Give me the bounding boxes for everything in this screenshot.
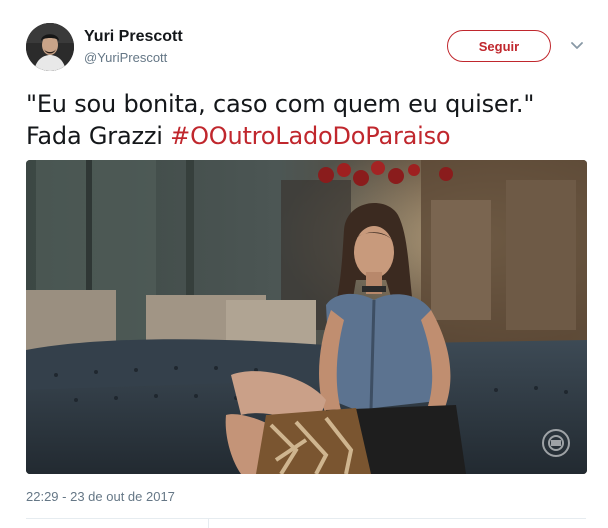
tweet-photo[interactable] <box>26 160 587 474</box>
divider <box>26 518 586 519</box>
tweet-text-line: Fada Grazzi #OOutroLadoDoParaiso <box>26 120 586 152</box>
follow-button[interactable]: Seguir <box>447 30 551 62</box>
author-handle[interactable]: @YuriPrescott <box>84 50 167 66</box>
tweet-text: "Eu sou bonita, caso com quem eu quiser.… <box>26 88 586 152</box>
chevron-down-icon[interactable] <box>568 37 586 55</box>
avatar[interactable] <box>26 23 74 71</box>
author-name[interactable]: Yuri Prescott <box>84 27 183 47</box>
tweet-text-prefix: Fada Grazzi <box>26 122 171 150</box>
tweet-card: Yuri Prescott @YuriPrescott Seguir "Eu s… <box>0 0 608 528</box>
tweet-text-line: "Eu sou bonita, caso com quem eu quiser.… <box>26 90 535 118</box>
hashtag-link[interactable]: #OOutroLadoDoParaiso <box>170 122 450 150</box>
divider <box>208 518 209 528</box>
tweet-timestamp[interactable]: 22:29 - 23 de out de 2017 <box>26 488 175 506</box>
